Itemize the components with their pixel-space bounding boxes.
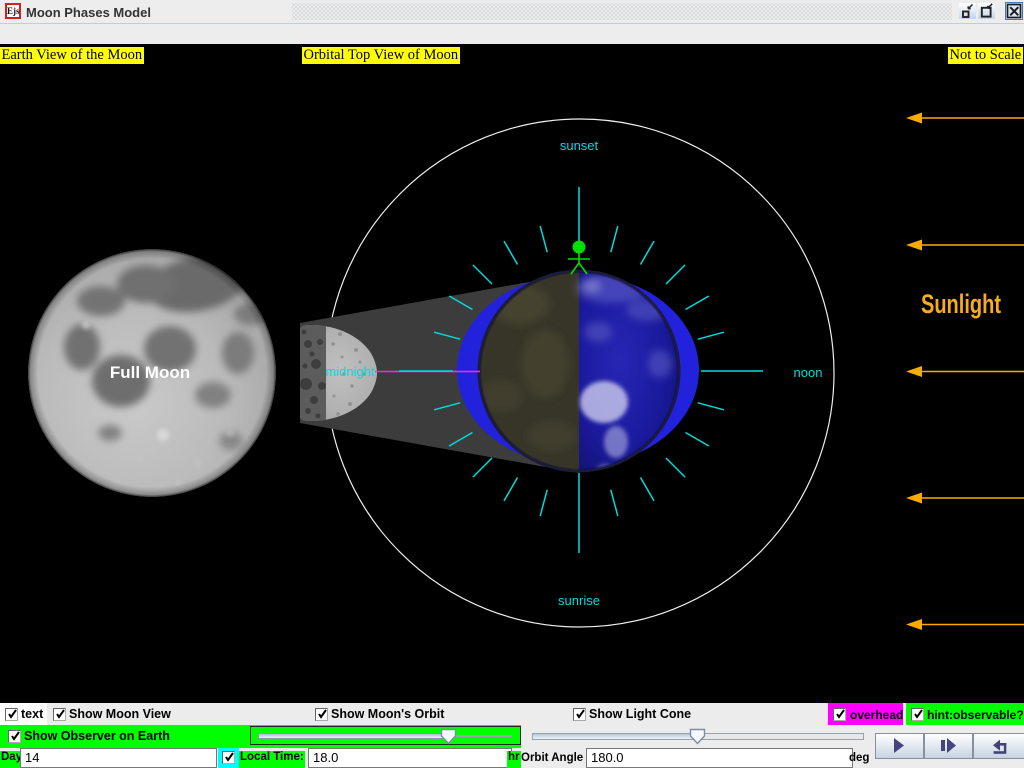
svg-text:Sunlight: Sunlight (921, 289, 1001, 319)
svg-text:sunset: sunset (560, 138, 599, 153)
svg-text:sunrise: sunrise (558, 593, 600, 608)
svg-text:noon: noon (794, 365, 823, 380)
svg-text:Full Moon: Full Moon (110, 363, 190, 382)
svg-text:midnight: midnight (325, 364, 375, 379)
